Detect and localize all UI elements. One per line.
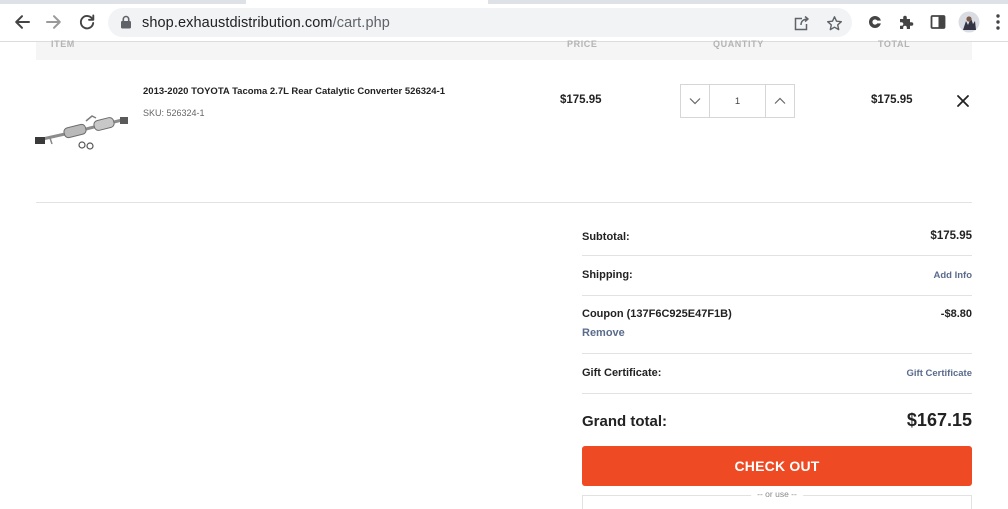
item-price: $175.95: [560, 94, 602, 106]
sidepanel-icon[interactable]: [927, 11, 949, 33]
item-total: $175.95: [871, 94, 913, 106]
coupon-remove-link[interactable]: Remove: [582, 327, 625, 339]
gift-certificate-row: Gift Certificate: Gift Certificate: [582, 354, 972, 394]
cart-table-header: ITEM PRICE QUANTITY TOTAL: [36, 39, 972, 60]
or-use-label: -- or use --: [751, 489, 803, 499]
address-bar[interactable]: shop.exhaustdistribution.com/cart.php: [108, 8, 852, 37]
product-sku: SKU: 526324-1: [143, 108, 205, 118]
avatar[interactable]: [958, 11, 980, 33]
chevron-up-icon: [774, 97, 786, 104]
browser-toolbar: shop.exhaustdistribution.com/cart.php: [0, 0, 1008, 42]
forward-icon[interactable]: [43, 11, 65, 33]
checkout-button[interactable]: CHECK OUT: [582, 446, 972, 486]
grand-total-value: $167.15: [906, 410, 972, 430]
grand-total-label: Grand total:: [582, 413, 667, 430]
puzzle-icon[interactable]: [895, 11, 917, 33]
lock-icon[interactable]: [120, 15, 132, 34]
url-path: /cart.php: [332, 15, 390, 31]
quantity-decrease-button[interactable]: [681, 85, 710, 117]
cart-totals: Subtotal: $175.95 Shipping: Add Info Cou…: [582, 203, 972, 509]
tab-edge: [0, 0, 246, 4]
gift-certificate-label: Gift Certificate:: [582, 367, 662, 379]
header-price: PRICE: [567, 39, 598, 49]
chevron-down-icon: [689, 98, 701, 105]
url-text[interactable]: shop.exhaustdistribution.com/cart.php: [142, 15, 390, 31]
quantity-increase-button[interactable]: [765, 85, 794, 117]
product-name[interactable]: 2013-2020 TOYOTA Tacoma 2.7L Rear Cataly…: [143, 86, 445, 97]
shipping-add-info-link[interactable]: Add Info: [933, 270, 972, 281]
cart-page: ITEM PRICE QUANTITY TOTAL 2013-2020 TOYO…: [0, 39, 1008, 509]
coupon-row: Coupon (137F6C925E47F1B) -$8.80 Remove: [582, 296, 972, 354]
tab-edge: [488, 0, 1008, 4]
extension-icon[interactable]: [864, 11, 886, 33]
gift-certificate-link[interactable]: Gift Certificate: [907, 368, 972, 379]
shipping-label: Shipping:: [582, 269, 633, 281]
remove-item-close-icon[interactable]: [955, 93, 971, 109]
coupon-label: Coupon (137F6C925E47F1B): [582, 308, 732, 320]
alt-checkout-box: -- or use --: [582, 489, 972, 509]
subtotal-value: $175.95: [930, 230, 972, 242]
header-item: ITEM: [51, 39, 75, 49]
back-icon[interactable]: [11, 11, 33, 33]
quantity-stepper: [680, 84, 795, 118]
share-icon[interactable]: [791, 13, 811, 33]
product-image[interactable]: [34, 114, 130, 152]
header-total: TOTAL: [878, 39, 911, 49]
star-icon[interactable]: [824, 13, 844, 33]
url-host: shop.exhaustdistribution.com: [142, 15, 333, 31]
coupon-value: -$8.80: [940, 308, 972, 320]
subtotal-label: Subtotal:: [582, 231, 630, 243]
quantity-input[interactable]: [710, 85, 765, 117]
reload-icon[interactable]: [76, 11, 98, 33]
shipping-row: Shipping: Add Info: [582, 256, 972, 296]
header-quantity: QUANTITY: [713, 39, 764, 49]
subtotal-row: Subtotal: $175.95: [582, 203, 972, 256]
kebab-menu-icon[interactable]: [990, 11, 1006, 33]
